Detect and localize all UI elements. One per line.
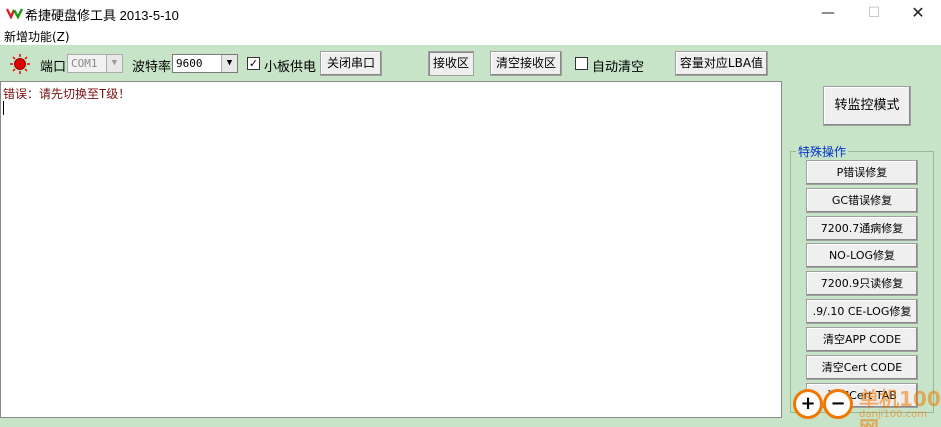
receive-textarea[interactable]: 错误：请先切换至T级！ [0, 81, 782, 418]
text-caret [3, 101, 4, 115]
monitor-mode-button[interactable]: 转监控模式 [823, 86, 911, 126]
port-select[interactable]: COM1 ▼ [67, 54, 123, 73]
7200-7-repair-button[interactable]: 7200.7通病修复 [806, 216, 918, 241]
menu-bar: 新增功能(Z) [0, 26, 941, 45]
p-error-repair-button[interactable]: P错误修复 [806, 160, 918, 185]
error-message: 错误：请先切换至T级！ [3, 87, 131, 101]
watermark-minus-icon: − [823, 389, 853, 419]
watermark-text: 单机100网 [859, 387, 941, 427]
maximize-button[interactable]: ☐ [851, 0, 897, 26]
board-power-checkbox[interactable]: ✓ [247, 57, 260, 70]
special-ops-title: 特殊操作 [796, 143, 849, 160]
capacity-lba-button[interactable]: 容量对应LBA值 [675, 51, 768, 76]
clear-app-code-button[interactable]: 清空APP CODE [806, 327, 918, 352]
menu-new-features[interactable]: 新增功能(Z) [4, 28, 70, 45]
port-label: 端口 [40, 60, 67, 75]
minimize-button[interactable]: — [805, 0, 851, 26]
close-port-button[interactable]: 关闭串口 [320, 51, 382, 76]
watermark-plus-icon: + [793, 389, 823, 419]
ce-log-repair-button[interactable]: .9/.10 CE-LOG修复 [806, 299, 918, 324]
baud-value: 9600 [176, 57, 203, 70]
clear-cert-code-button[interactable]: 清空Cert CODE [806, 355, 918, 380]
auto-clear-checkbox[interactable] [575, 57, 588, 70]
chevron-down-icon: ▼ [106, 55, 122, 72]
app-logo-icon [6, 8, 23, 19]
watermark-url: danji100.com [859, 409, 927, 420]
no-log-repair-button[interactable]: NO-LOG修复 [806, 243, 918, 268]
port-value: COM1 [71, 57, 98, 70]
status-led-icon [10, 54, 30, 74]
receive-area-button[interactable]: 接收区 [428, 51, 474, 76]
7200-9-readonly-repair-button[interactable]: 7200.9只读修复 [806, 271, 918, 296]
window-title: 希捷硬盘修工具 2013-5-10 [25, 8, 179, 23]
watermark: + − 单机100网 danji100.com [793, 381, 941, 427]
baud-select[interactable]: 9600 ▼ [172, 54, 238, 73]
clear-receive-button[interactable]: 清空接收区 [490, 51, 562, 76]
board-power-label: 小板供电 [264, 60, 317, 75]
close-button[interactable]: ✕ [895, 0, 941, 26]
baud-label: 波特率 [132, 60, 172, 75]
gc-error-repair-button[interactable]: GC错误修复 [806, 188, 918, 213]
toolbar: 端口 COM1 ▼ 波特率 9600 ▼ ✓ 小板供电 关闭串口 接收区 清空接… [0, 45, 941, 81]
chevron-down-icon: ▼ [221, 55, 237, 72]
auto-clear-label: 自动清空 [592, 60, 645, 75]
title-bar: 希捷硬盘修工具 2013-5-10 — ☐ ✕ [0, 0, 941, 26]
